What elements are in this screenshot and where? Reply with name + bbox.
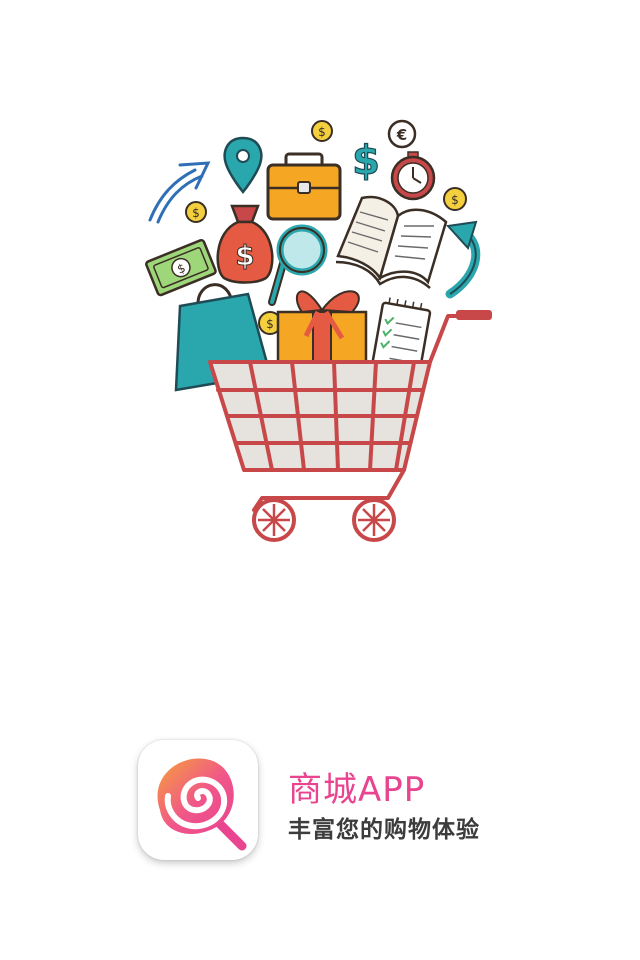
- coin-symbol: $: [318, 125, 326, 139]
- coin-icon: $: [443, 187, 467, 211]
- money-bag-icon: $: [216, 204, 274, 284]
- coin-symbol: $: [192, 206, 200, 220]
- coin-symbol: $: [266, 317, 274, 331]
- shopping-illustration: $ $ $ $ $ € $ $: [145, 119, 492, 542]
- money-bag-symbol: $: [235, 239, 254, 272]
- location-pin-icon: [223, 136, 263, 194]
- dollar-sign-icon: $: [352, 138, 380, 184]
- lollipop-spiral-icon: [157, 758, 247, 851]
- euro-symbol: €: [396, 126, 407, 144]
- arrow-down-icon: [445, 220, 481, 299]
- coin-symbol: $: [451, 193, 459, 207]
- book-icon: [335, 195, 448, 289]
- tagline: 丰富您的购物体验: [288, 817, 480, 843]
- app-name: 商城APP: [288, 770, 426, 810]
- brand-block: 商城APP 丰富您的购物体验: [136, 738, 536, 868]
- clock-icon: [390, 151, 436, 201]
- coin-icon: $: [185, 201, 207, 223]
- euro-coin-icon: €: [387, 119, 417, 149]
- app-icon: [138, 740, 258, 860]
- coin-icon: $: [311, 120, 333, 142]
- magnifier-icon: [268, 224, 328, 306]
- briefcase-icon: [266, 152, 342, 221]
